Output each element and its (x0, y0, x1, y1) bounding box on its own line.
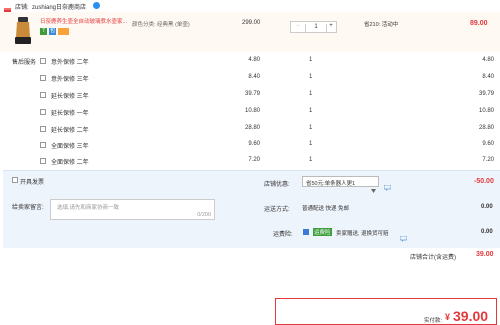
message-count: 0/200 (197, 212, 211, 218)
store-name-link[interactable]: zushiang日奈鹿商店 (32, 2, 86, 11)
badge-7: 7 (40, 28, 47, 35)
service-subtotal: 28.80 (478, 125, 494, 131)
service-checkbox[interactable] (40, 142, 46, 148)
order-options-section: 开具发票 给卖家留言: 选填,请先和商家协商一致 0/200 店铺优惠: 省50… (3, 170, 500, 248)
service-name: 延长保修 三年 (51, 94, 89, 100)
product-title-link[interactable]: 日奈鹿养生壶全自动玻璃煮水壶家... (40, 17, 127, 25)
service-price: 10.80 (244, 108, 260, 114)
service-qty: 1 (309, 157, 313, 163)
service-checkbox[interactable] (40, 109, 46, 115)
freight-insurance-tag: 运费险 (313, 228, 332, 236)
unit-price: 299.00 (242, 20, 261, 26)
service-subtotal: 10.80 (478, 108, 494, 114)
badge-bao: 包 (49, 28, 56, 35)
store-label: 店铺: (15, 5, 29, 11)
store-icon (4, 2, 11, 15)
store-discount-value: 省50元:单条器人更1 (306, 181, 356, 187)
service-price: 8.40 (248, 74, 260, 80)
speech-icon[interactable] (383, 178, 392, 196)
message-label: 给卖家留言: (12, 205, 44, 211)
invoice-checkbox[interactable] (12, 177, 18, 183)
store-discount-amount: -50.00 (474, 178, 494, 185)
service-name: 意外保修 二年 (51, 60, 89, 66)
chevron-down-icon (371, 180, 376, 198)
decrement-button[interactable]: − (294, 23, 302, 29)
service-qty: 1 (309, 91, 313, 97)
message-placeholder: 选填,请先和商家协商一致 (57, 205, 120, 211)
service-row: 全面保修 二年 7.20 1 7.20 (0, 152, 500, 170)
invoice-label: 开具发票 (20, 180, 45, 186)
freight-insurance-checkbox[interactable] (303, 229, 309, 235)
store-total-amount: 39.00 (476, 251, 494, 258)
service-name: 全面保修 二年 (51, 160, 89, 166)
service-subtotal: 39.79 (478, 91, 494, 97)
color-label: 颜色分类: 经典黑 (单壶) (132, 22, 190, 28)
service-checkbox[interactable] (40, 158, 46, 164)
service-subtotal: 4.80 (482, 57, 494, 63)
service-checkbox[interactable] (40, 92, 46, 98)
service-name: 意外保修 三年 (51, 77, 89, 83)
service-name: 延长保修 二年 (51, 128, 89, 134)
service-qty: 1 (309, 125, 313, 131)
service-subtotal: 8.40 (482, 74, 494, 80)
pay-total-amount: 39.00 (453, 308, 489, 324)
store-header: 店铺: zushiang日奈鹿商店 (0, 0, 500, 15)
store-discount-label: 店铺优惠: (264, 182, 290, 188)
service-qty: 1 (309, 108, 313, 114)
freight-insurance-amount: 0.00 (481, 229, 493, 235)
product-row: 日奈鹿养生壶全自动玻璃煮水壶家... 7 包 颜色分类: 经典黑 (单壶) 29… (0, 12, 500, 52)
store-total-label: 店铺合计(含运费) (410, 255, 456, 261)
promo-text: 省210: 活动中 (364, 22, 399, 28)
service-price: 9.60 (248, 141, 260, 147)
service-name: 延长保修 一年 (51, 111, 89, 117)
freight-insurance-text: 卖家赠送, 退换货可赔 (336, 231, 389, 237)
speech-icon[interactable] (399, 229, 408, 247)
quantity-stepper: − 1 + (290, 21, 337, 33)
quantity-input[interactable]: 1 (305, 24, 327, 32)
shipping-label: 运送方式: (264, 207, 290, 213)
service-checkbox[interactable] (40, 75, 46, 81)
product-subtotal: 89.00 (470, 20, 488, 27)
shipping-amount: 0.00 (481, 204, 493, 210)
service-qty: 1 (309, 74, 313, 80)
message-input[interactable]: 选填,请先和商家协商一致 0/200 (50, 199, 215, 220)
badge-icon (93, 2, 100, 9)
store-discount-select[interactable]: 省50元:单条器人更1 (302, 176, 379, 193)
service-row: 意外保修 二年 4.80 1 4.80 (0, 52, 500, 70)
service-checkbox[interactable] (40, 58, 46, 64)
service-subtotal: 9.60 (482, 141, 494, 147)
service-row: 延长保修 一年 10.80 1 10.80 (0, 103, 500, 121)
badge-icon (58, 28, 69, 35)
shipping-value: 普通配送 快递 免邮 (302, 206, 350, 212)
service-name: 全面保修 三年 (51, 144, 89, 150)
pay-total-symbol: ¥ (445, 312, 451, 322)
pay-total-box: 实付款: ¥ 39.00 (275, 298, 497, 325)
service-price: 39.79 (244, 91, 260, 97)
increment-button[interactable]: + (327, 23, 335, 29)
pay-total-label: 实付款: (424, 318, 443, 324)
service-price: 4.80 (248, 57, 260, 63)
freight-insurance-label: 运费险: (273, 232, 293, 238)
service-checkbox[interactable] (40, 126, 46, 132)
product-image[interactable] (14, 17, 32, 45)
service-row: 延长保修 三年 39.79 1 39.79 (0, 86, 500, 104)
service-subtotal: 7.20 (482, 157, 494, 163)
service-price: 28.80 (244, 125, 260, 131)
service-price: 7.20 (248, 157, 260, 163)
service-row: 意外保修 三年 8.40 1 8.40 (0, 69, 500, 87)
service-qty: 1 (309, 57, 313, 63)
service-qty: 1 (309, 141, 313, 147)
